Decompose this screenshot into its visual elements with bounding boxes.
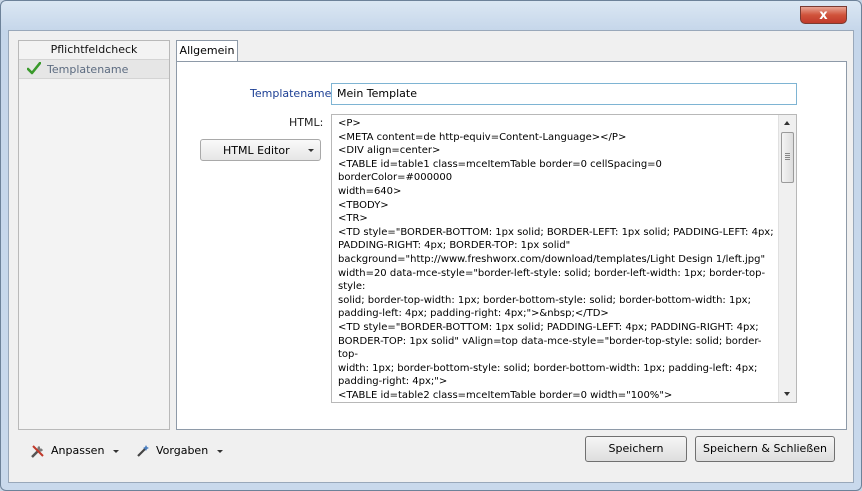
html-code-line: <TD style="BORDER-BOTTOM: 1px solid; PAD… [338,321,759,333]
dialog-client-area: Pflichtfeldcheck Templatename Allgemein … [8,30,854,483]
anpassen-menu-button[interactable]: Anpassen [30,441,122,461]
vorgaben-menu-button[interactable]: Vorgaben [135,441,227,461]
check-icon [27,62,41,75]
save-and-close-button[interactable]: Speichern & Schließen [695,436,835,462]
dropdown-arrow-icon [308,149,314,152]
scroll-down-icon[interactable] [784,392,790,396]
list-item-templatename[interactable]: Templatename [19,59,169,79]
html-code-line: <TD style="BORDER-BOTTOM: 1px solid; BOR… [338,226,774,238]
templatename-label: Templatename: [250,87,336,100]
close-button[interactable]: x [800,6,847,24]
vertical-scrollbar[interactable] [778,115,796,402]
html-code-line: PADDING-RIGHT: 4px; BORDER-TOP: 1px soli… [338,240,571,252]
html-code-line: padding-right: 4px;"> [338,376,448,388]
required-field-check-panel: Pflichtfeldcheck Templatename [18,40,170,430]
html-code-line: width=640> [338,185,402,197]
html-code-line: <TBODY> [338,199,389,211]
dialog-window: x Pflichtfeldcheck Templatename Allgemei… [0,0,862,491]
html-code-content: <P> <META content=de http-equiv=Content-L… [338,117,778,401]
wand-icon [137,445,149,457]
html-editor-label: HTML Editor [223,144,290,157]
html-editor-button[interactable]: HTML Editor [200,139,321,161]
html-label: HTML: [289,116,324,129]
tab-allgemein[interactable]: Allgemein [176,40,238,62]
html-code-line: <TR> [338,213,368,225]
html-textarea[interactable]: <P> <META content=de http-equiv=Content-L… [331,114,797,403]
html-code-line: width=20 data-mce-style="border-left-sty… [338,267,766,293]
scroll-thumb[interactable] [781,132,794,183]
panel-title: Pflichtfeldcheck [50,43,138,56]
dropdown-arrow-icon [217,450,223,453]
grip-icon [785,153,790,154]
tools-icon [31,445,44,458]
vorgaben-label: Vorgaben [156,444,209,457]
anpassen-label: Anpassen [51,444,105,457]
dropdown-arrow-icon [113,450,119,453]
save-button[interactable]: Speichern [585,436,687,462]
html-code-line: padding-left: 4px; padding-right: 4px;">… [338,308,609,320]
html-code-line: <DIV align=center> [338,145,441,157]
scroll-up-icon[interactable] [784,121,790,125]
html-code-line: <TABLE id=table1 class=mceItemTable bord… [338,158,662,184]
list-item-label: Templatename [47,63,129,76]
html-code-line: <P> [338,118,361,129]
html-code-line: width: 1px; border-bottom-style: solid; … [338,362,758,374]
html-code-line: <META content=de http-equiv=Content-Lang… [338,131,627,143]
html-code-line: background="http://www.freshworx.com/dow… [338,253,766,265]
html-code-line: BORDER-TOP: 1px solid" vAlign=top data-m… [338,335,762,361]
html-code-line: solid; border-top-width: 1px; border-bot… [338,294,751,306]
templatename-input[interactable]: Mein Template [331,83,797,105]
html-code-line: <TABLE id=table2 class=mceItemTable bord… [338,389,673,401]
